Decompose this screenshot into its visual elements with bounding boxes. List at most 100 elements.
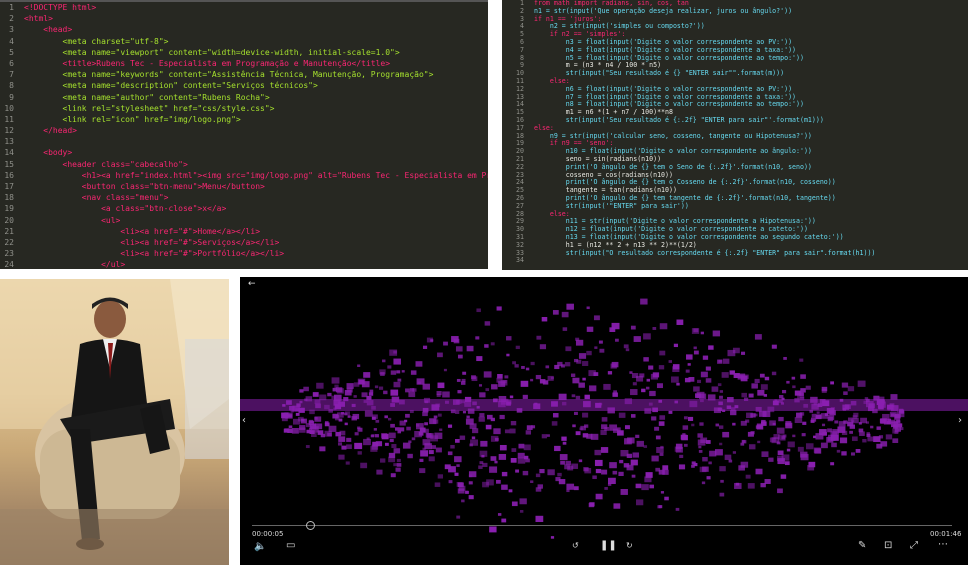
- cube-mark: [659, 452, 664, 456]
- cube-mark: [511, 501, 518, 507]
- cube-mark: [316, 382, 324, 389]
- cube-mark: [338, 418, 343, 422]
- cube-mark: [482, 481, 489, 488]
- cube-mark: [391, 443, 397, 449]
- cube-mark: [805, 385, 811, 390]
- cube-mark: [586, 326, 594, 332]
- fullscreen-icon[interactable]: ⤢: [910, 540, 918, 551]
- cube-mark: [530, 361, 535, 366]
- cube-mark: [466, 345, 474, 352]
- cube-mark: [337, 442, 343, 446]
- cube-mark: [646, 378, 650, 382]
- code-text: <li><a href="#">Portfólio</a></li>: [24, 249, 285, 259]
- cube-mark: [662, 465, 669, 470]
- cube-mark: [643, 357, 649, 362]
- cube-mark: [468, 474, 473, 478]
- code-text: <li><a href="#">Home</a></li>: [24, 226, 261, 236]
- cube-mark: [582, 412, 589, 418]
- cube-mark: [371, 416, 376, 420]
- cube-mark: [493, 428, 501, 435]
- volume-icon[interactable]: 🔈: [254, 541, 266, 552]
- cube-mark: [659, 323, 668, 330]
- cube-mark: [291, 427, 299, 434]
- cube-mark: [645, 386, 650, 390]
- cube-mark: [523, 444, 531, 451]
- previous-icon[interactable]: ‹: [242, 415, 246, 426]
- cube-mark: [851, 436, 858, 442]
- portrait-photo: [0, 279, 229, 565]
- pause-icon[interactable]: ❚❚: [600, 540, 617, 551]
- cube-mark: [700, 437, 708, 444]
- cube-mark: [406, 426, 411, 431]
- cube-mark: [757, 440, 761, 444]
- video-player[interactable]: ← ‹ › 00:00:05 00:01:46 🔈 ▭ ↺ ❚❚ ↻ ✎ ⊡ ⤢…: [240, 277, 968, 565]
- cube-mark: [858, 422, 862, 425]
- cube-mark: [830, 381, 835, 385]
- cube-mark: [801, 433, 806, 437]
- cube-mark: [426, 337, 433, 343]
- line-number: 9: [9, 92, 14, 102]
- line-number: 15: [4, 159, 14, 169]
- html-code-editor: 1 <!DOCTYPE html> 2 <html> 3 <head> 4 <meta c…: [0, 0, 488, 269]
- cube-mark: [320, 433, 325, 438]
- edit-icon[interactable]: ✎: [858, 540, 866, 551]
- mini-view-icon[interactable]: ⊡: [884, 540, 892, 551]
- cube-mark: [344, 422, 348, 426]
- code-text: <meta name="viewport" content="width=dev…: [24, 47, 400, 57]
- cube-mark: [501, 518, 507, 523]
- rewind-10-icon[interactable]: ↺: [572, 541, 579, 550]
- forward-30-icon[interactable]: ↻: [626, 541, 633, 550]
- cube-mark: [732, 451, 737, 454]
- cube-mark: [399, 420, 406, 426]
- cube-mark: [866, 433, 871, 437]
- cube-mark: [363, 372, 371, 378]
- cube-mark: [479, 413, 485, 418]
- cube-mark: [454, 472, 459, 476]
- cube-mark: [554, 445, 561, 452]
- next-icon[interactable]: ›: [958, 415, 962, 426]
- cube-mark: [831, 442, 837, 448]
- cube-mark: [686, 354, 693, 360]
- cube-mark: [722, 358, 730, 364]
- cube-mark: [479, 461, 484, 465]
- cube-mark: [450, 444, 455, 449]
- cube-mark: [525, 367, 530, 371]
- cube-mark: [517, 452, 525, 459]
- cube-mark: [462, 410, 466, 414]
- code-text: </ul>: [24, 260, 126, 269]
- cube-mark: [849, 424, 856, 429]
- cube-mark: [371, 444, 379, 450]
- cube-mark: [357, 426, 361, 430]
- cube-mark: [512, 361, 516, 365]
- cube-mark: [751, 383, 758, 389]
- cube-mark: [684, 377, 691, 383]
- cube-mark: [672, 366, 680, 373]
- cube-mark: [546, 434, 550, 437]
- cube-mark: [471, 375, 476, 380]
- captions-icon[interactable]: ▭: [286, 540, 295, 551]
- cube-mark: [739, 374, 744, 378]
- seek-bar[interactable]: [252, 525, 952, 526]
- cube-mark: [288, 425, 293, 429]
- cube-mark: [332, 387, 338, 392]
- seek-thumb[interactable]: [306, 521, 315, 530]
- cube-mark: [552, 413, 559, 418]
- cube-mark: [748, 393, 754, 398]
- cube-mark: [867, 436, 874, 442]
- code-line: 6 <title>Rubens Tec - Especialista em Pr…: [0, 58, 488, 69]
- code-line: 22 <li><a href="#">Serviços</a></li>: [0, 237, 488, 248]
- cube-mark: [682, 425, 689, 430]
- line-number: 10: [4, 103, 14, 113]
- cube-mark: [631, 373, 639, 379]
- cube-mark: [582, 361, 589, 366]
- cube-mark: [479, 392, 486, 398]
- cube-mark: [464, 490, 469, 494]
- cube-mark: [785, 421, 792, 426]
- cube-mark: [312, 392, 319, 397]
- code-line: 16 str(input('Seu resultado é {:.2f} "EN…: [502, 116, 968, 125]
- more-icon[interactable]: ⋯: [938, 539, 948, 550]
- cube-mark: [632, 382, 637, 386]
- cube-mark: [506, 336, 512, 341]
- line-number: 17: [4, 182, 14, 191]
- back-icon[interactable]: ←: [248, 279, 256, 289]
